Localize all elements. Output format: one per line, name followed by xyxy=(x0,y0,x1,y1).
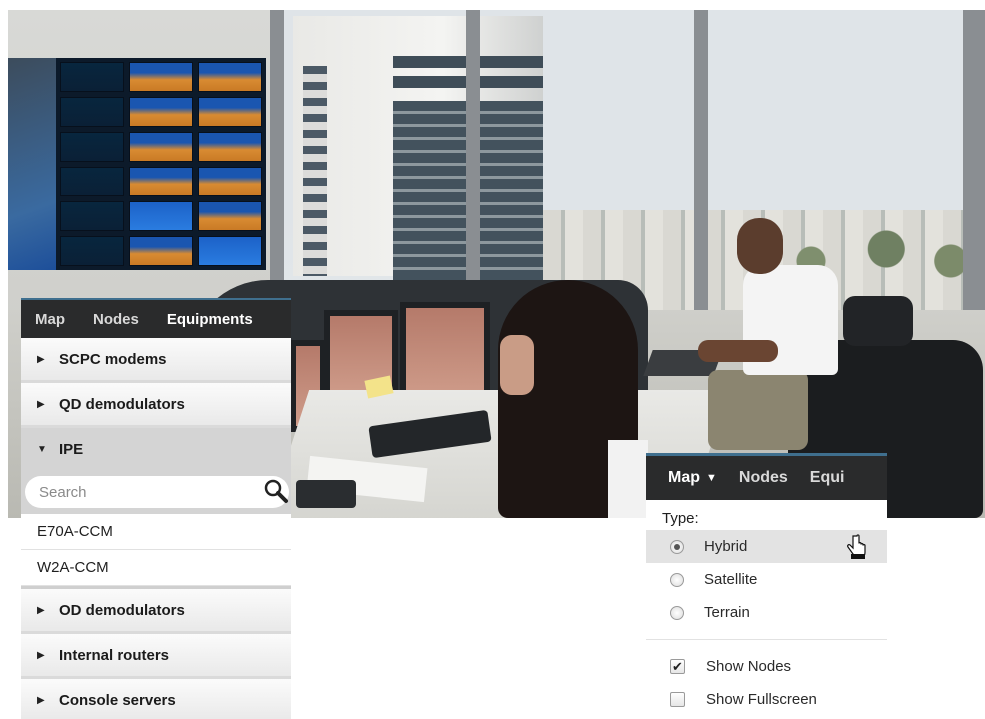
video-wall-tile xyxy=(198,236,262,266)
radio-button[interactable] xyxy=(670,605,684,620)
search-icon[interactable] xyxy=(263,478,289,504)
radio-button[interactable] xyxy=(670,572,684,587)
option-label: Satellite xyxy=(704,571,758,588)
section-qd-demodulators[interactable]: ▶ QD demodulators xyxy=(21,383,291,428)
show-nodes-option[interactable]: ✔ Show Nodes xyxy=(646,650,887,683)
monitor xyxy=(400,302,490,404)
option-label: Show Nodes xyxy=(706,658,792,675)
video-wall-tile xyxy=(129,62,193,92)
tab-map[interactable]: Map xyxy=(21,311,65,328)
tab-map-dropdown[interactable]: Map ▼ xyxy=(668,469,717,487)
type-header: Type: xyxy=(662,510,699,527)
office-building xyxy=(293,16,543,281)
map-type-terrain[interactable]: Terrain xyxy=(646,596,887,629)
video-wall-tile xyxy=(129,236,193,266)
option-label: Terrain xyxy=(704,604,750,621)
section-label: OD demodulators xyxy=(59,601,185,619)
video-wall-tile xyxy=(129,131,193,162)
video-wall-tile xyxy=(198,131,262,162)
caret-right-icon: ▶ xyxy=(37,694,45,706)
caret-right-icon: ▶ xyxy=(37,353,45,365)
caret-down-icon: ▼ xyxy=(37,443,47,455)
video-wall-tile xyxy=(60,131,124,162)
person-arm xyxy=(698,340,778,362)
top-nav: Map Nodes Equipments xyxy=(21,298,291,338)
map-panel: Map ▼ Nodes Equi Type: Hybrid Satellite … xyxy=(646,453,887,719)
section-internal-routers[interactable]: ▶ Internal routers xyxy=(21,634,291,679)
video-wall-tile xyxy=(198,96,262,127)
keyboard xyxy=(296,480,356,508)
video-wall-tile xyxy=(60,166,124,197)
caret-right-icon: ▶ xyxy=(37,604,45,616)
tab-nodes[interactable]: Nodes xyxy=(739,469,788,487)
video-wall-display xyxy=(8,58,266,270)
video-wall-tile xyxy=(60,62,124,92)
person-head xyxy=(737,218,783,274)
map-type-hybrid[interactable]: Hybrid xyxy=(646,530,887,563)
list-item-w2a-ccm[interactable]: W2A-CCM xyxy=(21,550,291,586)
search-input[interactable] xyxy=(25,482,251,502)
checkbox[interactable] xyxy=(670,692,685,707)
search-row xyxy=(21,470,291,514)
checkbox-checked[interactable]: ✔ xyxy=(670,659,685,674)
section-console-servers[interactable]: ▶ Console servers xyxy=(21,679,291,719)
map-type-satellite[interactable]: Satellite xyxy=(646,563,887,596)
video-wall-tile xyxy=(60,96,124,127)
option-label: Hybrid xyxy=(704,538,748,555)
video-wall-tile xyxy=(129,201,193,232)
list-item-e70a-ccm[interactable]: E70A-CCM xyxy=(21,514,291,550)
caret-right-icon: ▶ xyxy=(37,398,45,410)
caret-down-icon: ▼ xyxy=(706,472,717,484)
tab-equipments[interactable]: Equi xyxy=(810,469,845,487)
tab-label: Map xyxy=(668,469,700,486)
office-chair xyxy=(843,296,913,346)
video-wall-map xyxy=(8,58,56,270)
tab-equipments[interactable]: Equipments xyxy=(153,311,253,328)
caret-right-icon: ▶ xyxy=(37,649,45,661)
section-label: SCPC modems xyxy=(59,350,167,368)
video-wall-tile xyxy=(129,96,193,127)
tab-nodes[interactable]: Nodes xyxy=(79,311,139,328)
video-wall-tile xyxy=(129,166,193,197)
section-label: IPE xyxy=(59,440,84,458)
window-mullion xyxy=(694,10,708,340)
video-wall-tile xyxy=(198,201,262,232)
section-label: Internal routers xyxy=(59,646,170,664)
video-wall-tile xyxy=(198,62,262,92)
equipments-panel: Map Nodes Equipments ▶ SCPC modems ▶ QD … xyxy=(21,298,291,719)
video-wall-tile xyxy=(198,166,262,197)
window-mullion xyxy=(963,10,985,340)
person-face xyxy=(500,335,534,395)
option-label: Show Fullscreen xyxy=(706,691,817,708)
section-ipe[interactable]: ▼ IPE xyxy=(21,428,291,470)
video-wall-tile xyxy=(60,201,124,232)
video-wall-tile xyxy=(60,236,124,266)
map-dropdown-menu: Type: Hybrid Satellite Terrain ✔ Show No… xyxy=(646,500,887,716)
hand-cursor-icon xyxy=(847,534,866,559)
top-nav: Map ▼ Nodes Equi xyxy=(646,453,887,500)
section-label: Console servers xyxy=(59,691,176,709)
person-shirt xyxy=(608,440,648,518)
divider xyxy=(646,639,887,640)
radio-button[interactable] xyxy=(670,539,684,554)
person-legs xyxy=(708,370,808,450)
search-box xyxy=(25,476,289,508)
show-fullscreen-option[interactable]: Show Fullscreen xyxy=(646,683,887,716)
section-od-demodulators[interactable]: ▶ OD demodulators xyxy=(21,589,291,634)
section-label: QD demodulators xyxy=(59,395,185,413)
section-scpc-modems[interactable]: ▶ SCPC modems xyxy=(21,338,291,383)
